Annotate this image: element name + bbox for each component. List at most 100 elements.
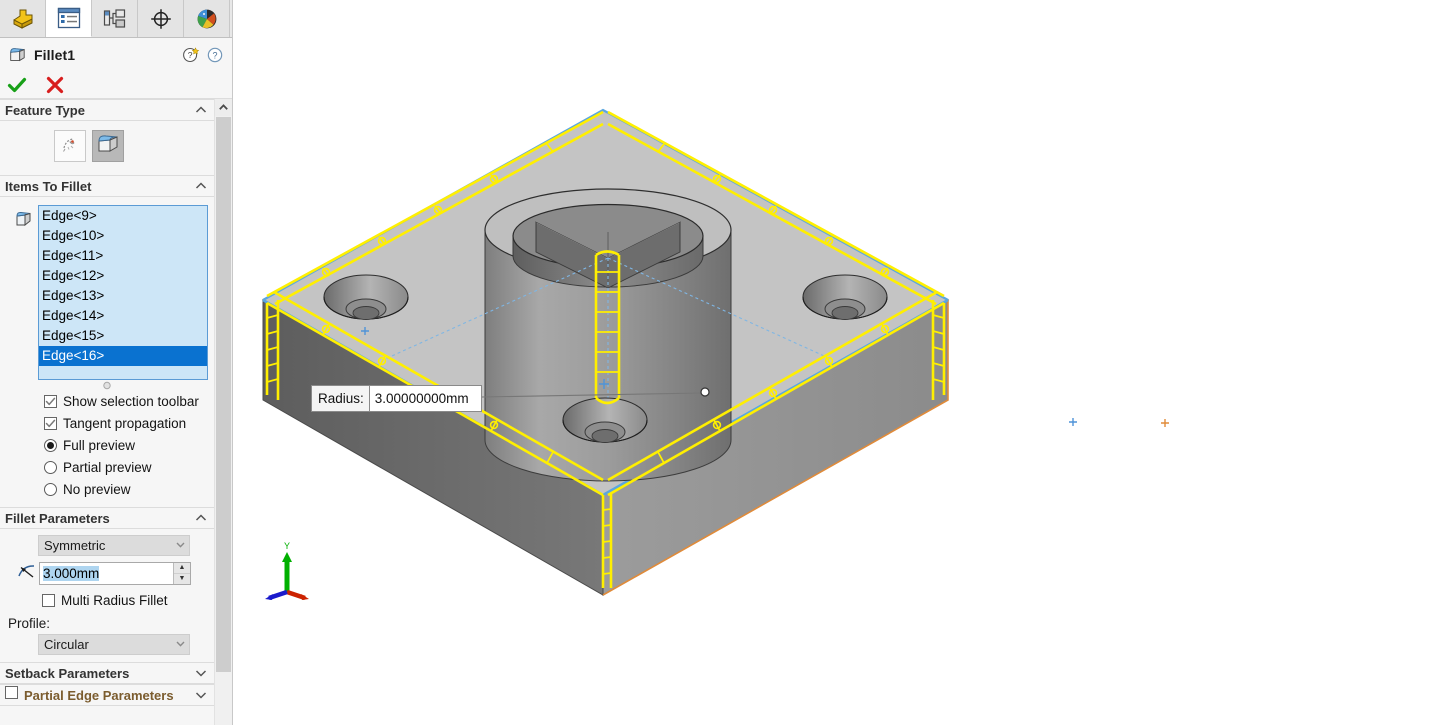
tangent-propagation-label: Tangent propagation [63,415,187,431]
section-header-items-to-fillet[interactable]: Items To Fillet [0,175,214,197]
partial-preview-label: Partial preview [63,459,152,475]
radio-circle [44,482,57,496]
checkbox-box [44,416,57,430]
multi-radius-fillet-label: Multi Radius Fillet [61,592,168,608]
property-manager-body: Feature Type Items To Fillet Edge<9> Edg… [0,99,232,725]
manual-sketch-icon [59,133,81,160]
property-manager-scroll-content: Feature Type Items To Fillet Edge<9> Edg… [0,99,214,725]
scroll-thumb[interactable] [216,117,231,672]
full-preview-label: Full preview [63,437,136,453]
full-preview-radio[interactable]: Full preview [6,434,208,456]
svg-text:?: ? [212,50,217,60]
counterbore-hole-front [562,397,648,443]
profile-label: Profile: [8,616,51,631]
radius-increment-button[interactable]: ▲ [174,562,190,574]
whats-new-help-icon[interactable]: ? [182,46,200,64]
list-item[interactable]: Edge<15> [39,326,207,346]
tab-display-manager[interactable] [184,0,230,37]
no-preview-radio[interactable]: No preview [6,478,208,500]
radius-stepper[interactable]: 3.000mm ▲ ▼ [39,561,191,585]
radius-input[interactable]: 3.000mm [40,563,173,584]
triad-y-label: Y [284,541,290,551]
radius-field-row: 3.000mm ▲ ▼ [6,561,208,585]
checkbox-box [44,394,57,408]
radio-circle [44,460,57,474]
coordinate-triad: Y [265,541,309,600]
tab-feature-manager-design-tree[interactable] [0,0,46,37]
property-list-icon [57,7,81,29]
no-preview-label: No preview [63,481,131,497]
graphics-viewport[interactable]: Radius: 3.00000000mm Y [233,0,1429,725]
counterbore-hole-right [802,274,888,320]
tab-dimxpert-manager[interactable] [138,0,184,37]
radius-callout[interactable]: Radius: 3.00000000mm [311,385,482,412]
radius-value: 3.000mm [43,565,100,581]
property-manager-panel: Fillet1 ? ? Feature Type Items To Fillet… [0,0,233,725]
fillet-parameters-body: Symmetric 3.000mm ▲ ▼ Multi Radius Fille… [0,529,214,662]
tangent-propagation-checkbox[interactable]: Tangent propagation [6,412,208,434]
tab-configuration-manager[interactable] [92,0,138,37]
counterbore-hole-left [323,274,409,320]
profile-type-value: Circular [44,637,89,652]
symmetry-type-dropdown[interactable]: Symmetric [38,535,190,556]
partial-preview-radio[interactable]: Partial preview [6,456,208,478]
list-item[interactable]: Edge<9> [39,206,207,226]
chevron-up-icon [194,103,208,117]
checkbox-box [42,593,55,607]
radius-callout-value[interactable]: 3.00000000mm [368,386,481,411]
partial-edge-parameters-label: Partial Edge Parameters [24,687,174,703]
configuration-tree-icon [103,8,127,30]
partial-edge-parameters-checkbox[interactable] [5,686,18,704]
chevron-up-icon [194,179,208,193]
items-to-fillet-label: Items To Fillet [5,178,92,194]
selected-edges-listbox[interactable]: Edge<9> Edge<10> Edge<11> Edge<12> Edge<13> E… [38,205,208,380]
symmetry-type-value: Symmetric [44,538,106,553]
list-item[interactable]: Edge<10> [39,226,207,246]
scroll-up-button[interactable] [215,99,232,116]
radius-callout-label: Radius: [312,386,369,411]
radius-decrement-button[interactable]: ▼ [174,573,190,584]
property-manager-title-bar: Fillet1 ? ? [0,38,232,71]
feature-type-buttons [6,127,208,168]
fillet-parameters-label: Fillet Parameters [5,510,110,526]
panel-vertical-scrollbar[interactable] [214,99,232,725]
feature-type-body [0,121,214,175]
help-icon[interactable]: ? [206,46,224,64]
section-header-feature-type[interactable]: Feature Type [0,99,214,121]
chevron-down-icon [174,538,187,554]
chevron-up-icon [194,511,208,525]
section-header-setback-parameters[interactable]: Setback Parameters [0,662,214,684]
list-item[interactable]: Edge<14> [39,306,207,326]
show-selection-toolbar-label: Show selection toolbar [63,393,199,409]
accept-button[interactable] [6,74,28,96]
radio-circle [44,438,57,452]
fillet-xpert-button[interactable] [92,130,124,162]
list-item[interactable]: Edge<12> [39,266,207,286]
edge-selection-icon [8,205,38,229]
radius-spin-buttons: ▲ ▼ [173,562,190,584]
manual-fillet-button[interactable] [54,130,86,162]
fillet-block-icon [96,132,120,161]
page-title: Fillet1 [34,46,76,63]
callout-attach-point[interactable] [700,387,710,397]
color-globe-icon [195,7,219,31]
list-item[interactable]: Edge<11> [39,246,207,266]
tab-property-manager[interactable] [46,0,92,37]
multi-radius-fillet-checkbox[interactable]: Multi Radius Fillet [6,589,208,611]
section-header-fillet-parameters[interactable]: Fillet Parameters [0,507,214,529]
property-manager-actions [0,71,232,99]
list-resize-grip[interactable] [6,381,208,390]
fillet-option-group: Show selection toolbar Tangent propagatio… [6,390,208,500]
manager-tab-strip [0,0,232,38]
chevron-down-icon [194,666,208,680]
section-header-partial-edge-parameters[interactable]: Partial Edge Parameters [0,684,214,706]
chevron-down-icon [174,637,187,653]
cad-model-3d[interactable] [233,0,1429,725]
list-item[interactable]: Edge<16> [39,346,207,366]
chevron-down-icon [194,688,208,702]
edge-selection-row: Edge<9> Edge<10> Edge<11> Edge<12> Edge<13> E… [6,203,208,380]
cancel-button[interactable] [44,74,66,96]
show-selection-toolbar-checkbox[interactable]: Show selection toolbar [6,390,208,412]
profile-type-dropdown[interactable]: Circular [38,634,190,655]
list-item[interactable]: Edge<13> [39,286,207,306]
